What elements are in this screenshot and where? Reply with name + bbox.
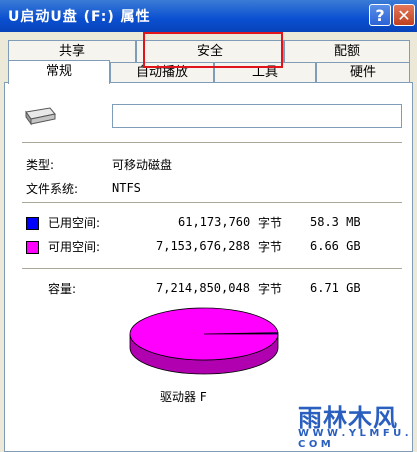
used-space-size: 58.3 MB (310, 215, 361, 229)
separator-top (22, 142, 402, 143)
general-panel (4, 82, 413, 452)
free-space-swatch (26, 241, 39, 254)
watermark-url: W W W . Y L M F U . C O M (298, 428, 409, 450)
type-value: 可移动磁盘 (112, 158, 173, 172)
free-space-label: 可用空间: (48, 240, 101, 254)
free-space-bytes: 7,153,676,288 (156, 239, 250, 253)
drive-label: 驱动器 F (160, 390, 207, 404)
used-space-label: 已用空间: (48, 216, 101, 230)
free-space-size: 6.66 GB (310, 239, 361, 253)
window-title: U启动U盘 (F:) 属性 (8, 9, 151, 25)
help-button[interactable]: ? (369, 4, 391, 26)
capacity-unit: 字节 (258, 282, 283, 296)
volume-label-input[interactable] (112, 104, 402, 128)
title-bar: U启动U盘 (F:) 属性 ? ✕ (0, 0, 417, 32)
capacity-label: 容量: (48, 282, 77, 296)
type-label: 类型: (26, 158, 55, 172)
filesystem-value: NTFS (112, 181, 141, 195)
used-space-unit: 字节 (258, 216, 283, 230)
close-button[interactable]: ✕ (393, 4, 415, 26)
separator-bottom (22, 268, 402, 269)
separator-middle (22, 202, 402, 203)
capacity-bytes: 7,214,850,048 (156, 281, 250, 295)
free-space-unit: 字节 (258, 240, 283, 254)
capacity-size: 6.71 GB (310, 281, 361, 295)
tab-sharing[interactable]: 共享 (8, 40, 136, 62)
removable-drive-icon (25, 107, 56, 126)
security-tab-highlight (143, 32, 283, 68)
filesystem-label: 文件系统: (26, 182, 79, 196)
disk-usage-pie-chart (129, 307, 279, 375)
tab-hardware[interactable]: 硬件 (316, 62, 410, 82)
tab-general[interactable]: 常规 (8, 60, 110, 84)
pie-slice-free (129, 307, 279, 361)
used-space-bytes: 61,173,760 (178, 215, 251, 229)
used-space-swatch (26, 217, 39, 230)
tab-quota[interactable]: 配额 (284, 40, 410, 62)
